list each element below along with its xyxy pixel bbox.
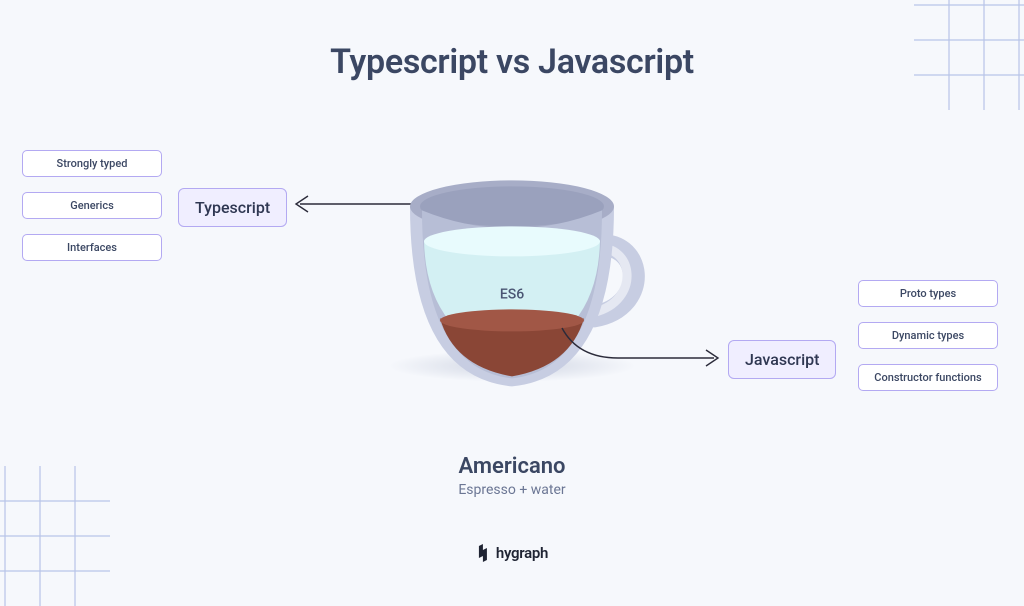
feature-chip-constructor-functions: Constructor functions (858, 364, 998, 391)
brand-name: hygraph (496, 544, 548, 562)
arrow-javascript (558, 322, 723, 377)
feature-chip-strongly-typed: Strongly typed (22, 150, 162, 177)
caption-subtitle: Espresso + water (0, 482, 1024, 498)
feature-chip-dynamic-types: Dynamic types (858, 322, 998, 349)
feature-chip-interfaces: Interfaces (22, 234, 162, 261)
feature-chip-proto-types: Proto types (858, 280, 998, 307)
hygraph-icon (476, 544, 490, 562)
page-title: Typescript vs Javascript (0, 0, 1024, 82)
typescript-label: Typescript (178, 188, 287, 227)
javascript-label: Javascript (728, 340, 836, 379)
feature-chip-generics: Generics (22, 192, 162, 219)
diagram-stage: Strongly typed Generics Interfaces Types… (0, 92, 1024, 472)
brand-logo: hygraph (476, 544, 548, 562)
es6-label: ES6 (500, 286, 524, 302)
